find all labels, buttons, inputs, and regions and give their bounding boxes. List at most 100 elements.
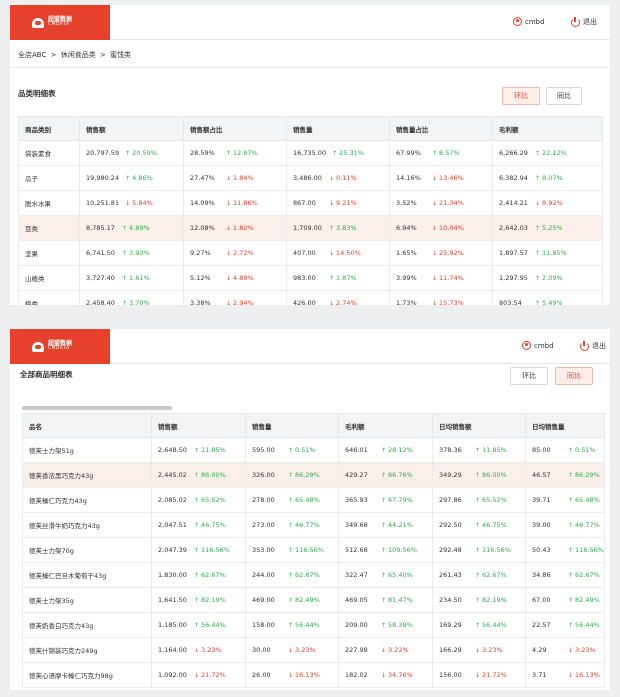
arrow-up-icon: ↑	[381, 522, 387, 529]
arrow-up-icon: ↑	[122, 250, 128, 257]
metric-cell: 1,830.00 ↑ 62.67%	[151, 562, 246, 588]
metric-cell: 156.00 ↓ 21.72%	[432, 662, 526, 688]
metric-value: 6.94%	[396, 224, 417, 232]
arrow-up-icon: ↑	[475, 472, 481, 479]
brand-logo[interactable]: 超盟数据 CMDATA	[10, 329, 110, 364]
change-value: ↓ 13.46%	[432, 174, 464, 182]
change-value: ↑ 82.49%	[288, 596, 320, 604]
table-row[interactable]: 德芙什锦装巧克力249g 1,164.00 ↓ 3.23% 30.00 ↓ 3.23% 227…	[22, 637, 605, 663]
metric-value: 1,185.00	[158, 621, 187, 629]
table-row[interactable]: 德芙榛仁巴旦木葡萄干43g 1,830.00 ↑ 62.67% 244.00 ↑ 62.67…	[22, 562, 605, 588]
user-menu[interactable]: cmbd	[522, 341, 554, 350]
column-header[interactable]: 商品类别	[18, 116, 80, 141]
column-header[interactable]: 毛利额	[338, 413, 433, 438]
divider	[10, 67, 610, 68]
column-header[interactable]: 日均销售量	[525, 413, 605, 438]
huanbi-button[interactable]: 环比	[510, 367, 548, 385]
column-header[interactable]: 销售量	[286, 116, 390, 141]
metric-cell: 3.71 ↓ 16.13%	[525, 662, 605, 688]
table-row[interactable]: 德芙心语摩卡榛仁巧克力98g 1,092.00 ↓ 21.72% 26.00 ↓ 16.13…	[22, 662, 605, 688]
table-row[interactable]: 山楂类 3,727.40 ↑ 1.61% 5.12% ↓ 4.89% 983.00 ↑ 1.87%…	[18, 265, 603, 291]
metric-cell: 322.47 ↑ 65.40%	[338, 562, 433, 588]
tongbi-button[interactable]: 同比	[546, 87, 582, 105]
user-menu[interactable]: cmbd	[513, 17, 545, 26]
column-header[interactable]: 毛利额	[492, 116, 603, 141]
breadcrumb-root[interactable]: 全店ABC	[18, 51, 46, 59]
arrow-down-icon: ↓	[432, 175, 438, 182]
metric-cell: 169.29 ↑ 56.44%	[432, 612, 526, 638]
change-value: ↓ 0.11%	[329, 174, 357, 182]
metric-value: 39.00	[532, 521, 551, 529]
arrow-up-icon: ↑	[568, 472, 574, 479]
table-row[interactable]: 德芙奶香白巧克力43g 1,185.00 ↑ 56.44% 158.00 ↑ 56.44% 2…	[22, 612, 605, 638]
arrow-up-icon: ↑	[194, 522, 200, 529]
logout-button[interactable]: 退出	[580, 340, 606, 351]
metric-cell: 22.57 ↑ 56.44%	[525, 612, 605, 638]
table-row[interactable]: 德芙香浓黑巧克力43g 2,445.02 ↑ 86.00% 326.00 ↑ 86.29% 4…	[22, 462, 605, 488]
metric-value: 867.00	[293, 199, 316, 207]
metric-cell: 182.02 ↓ 34.76%	[338, 662, 433, 688]
huanbi-button[interactable]: 环比	[502, 87, 540, 105]
arrow-up-icon: ↑	[475, 447, 481, 454]
table-row[interactable]: 脱水水果 10,251.81 ↓ 5.84% 14.09% ↓ 11.86% 867.00 ↓ 9…	[18, 190, 603, 216]
metric-cell: 3.38% ↓ 2.94%	[183, 290, 287, 305]
table-row[interactable]: 德芙士力架35g 1,641.50 ↑ 82.19% 469.00 ↑ 82.49% 469.…	[22, 587, 605, 613]
arrow-up-icon: ↑	[381, 472, 387, 479]
column-header[interactable]: 销售额	[79, 116, 184, 141]
change-value: ↑ 28.12%	[381, 446, 413, 454]
table-row[interactable]: 德芙士力架70g 2,047.39 ↑ 116.56% 353.00 ↑ 116.56% 51…	[22, 537, 605, 563]
metric-value: 26.00	[252, 671, 271, 679]
table-row[interactable]: 德芙丝滑牛奶巧克力43g 2,047.51 ↑ 46.75% 273.00 ↑ 46.77%…	[22, 512, 605, 538]
row-name: 德芙香浓黑巧克力43g	[22, 462, 152, 488]
metric-value: 349.68	[345, 521, 368, 529]
table-row[interactable]: 瓜子 19,980.24 ↑ 4.86% 27.47% ↓ 1.84% 3,486.00 ↓ 0.…	[18, 165, 603, 191]
metric-cell: 67.99% ↑ 8.57%	[389, 140, 493, 166]
arrow-up-icon: ↑	[288, 472, 294, 479]
change-value: ↑ 3.70%	[122, 299, 150, 305]
metric-cell: 1.65% ↓ 25.92%	[389, 240, 493, 266]
change-value: ↑ 2.09%	[535, 274, 563, 282]
metric-value: 27.47%	[190, 174, 215, 182]
change-value: ↓ 16.13%	[288, 671, 320, 679]
username: cmbd	[534, 341, 554, 350]
row-name: 德芙奶香白巧克力43g	[22, 612, 152, 638]
arrow-up-icon: ↑	[535, 300, 541, 305]
metric-cell: 2,458.40 ↑ 3.70%	[79, 290, 184, 305]
arrow-up-icon: ↑	[475, 547, 481, 554]
change-value: ↑ 86.29%	[568, 471, 600, 479]
column-header[interactable]: 品名	[22, 413, 152, 438]
arrow-down-icon: ↓	[535, 200, 541, 207]
table-row[interactable]: 豆类 8,785.17 ↑ 4.89% 12.08% ↓ 1.82% 1,709.00 ↑ 3.8…	[18, 215, 603, 241]
metric-cell: 158.00 ↑ 56.44%	[245, 612, 339, 638]
change-value: ↑ 65.40%	[381, 571, 413, 579]
table-row[interactable]: 德芙榛仁巧克力43g 2,085.02 ↑ 65.52% 278.00 ↑ 65.48% 36…	[22, 487, 605, 513]
metric-value: 16,735.00	[293, 149, 327, 157]
metric-value: 1,830.00	[158, 571, 187, 579]
metric-value: 3.52%	[396, 199, 417, 207]
arrow-up-icon: ↑	[475, 622, 481, 629]
column-header[interactable]: 销售量占比	[389, 116, 493, 141]
column-header[interactable]: 销售量	[245, 413, 339, 438]
column-header[interactable]: 日均销售额	[432, 413, 526, 438]
metric-value: 2,047.39	[158, 546, 187, 554]
table-row[interactable]: 梅类 2,458.40 ↑ 3.70% 3.38% ↓ 2.94% 426.00 ↓ 2.74% 1…	[18, 290, 603, 305]
horizontal-scrollbar[interactable]	[22, 406, 172, 410]
breadcrumb-category[interactable]: 休闲食品类	[61, 51, 96, 59]
change-value: ↑ 12.87%	[226, 149, 258, 157]
metric-cell: 292.48 ↑ 116.56%	[432, 537, 526, 563]
tongbi-button[interactable]: 同比	[555, 367, 593, 385]
metric-value: 9.27%	[190, 249, 211, 257]
metric-cell: 6,382.94 ↑ 8.07%	[492, 165, 603, 191]
power-icon	[571, 16, 580, 27]
table-row[interactable]: 德芙士力架51g 2,648.50 ↑ 11.85% 595.00 ↑ 0.51% 646.0…	[22, 437, 605, 463]
arrow-up-icon: ↑	[568, 572, 574, 579]
column-header[interactable]: 销售额占比	[183, 116, 287, 141]
change-value: ↑ 22.12%	[535, 149, 567, 157]
column-header[interactable]: 销售额	[151, 413, 246, 438]
logout-button[interactable]: 退出	[571, 16, 597, 27]
brand-logo[interactable]: 超盟数据 CMDATA	[10, 5, 110, 40]
table-row[interactable]: 袋装素食 20,797.59 ↑ 20.59% 28.59% ↑ 12.87% 16,735.…	[18, 140, 603, 166]
metric-value: 2,458.40	[86, 299, 115, 305]
metric-value: 297.86	[439, 496, 462, 504]
table-row[interactable]: 坚果 6,741.50 ↑ 3.93% 9.27% ↓ 2.72% 407.00 ↓ 14.50%…	[18, 240, 603, 266]
